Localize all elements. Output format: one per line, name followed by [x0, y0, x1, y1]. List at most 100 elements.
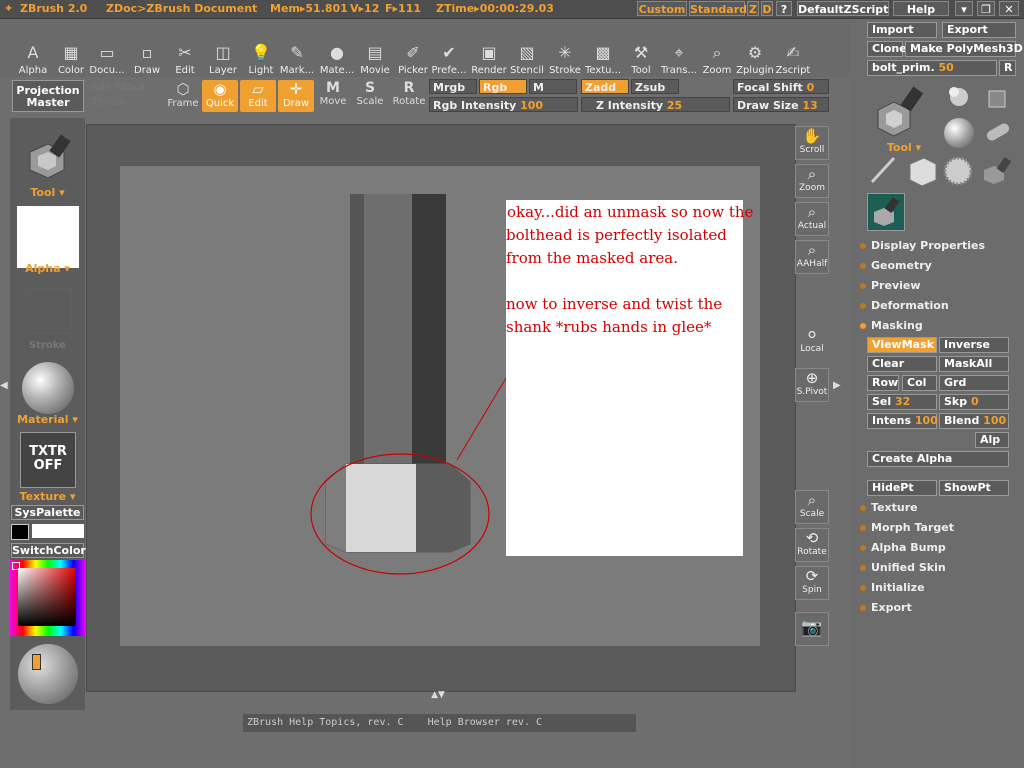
projection-master-button[interactable]: Projection Master — [12, 80, 84, 112]
preview-sphere-icon[interactable] — [18, 644, 78, 704]
alpha-bump-section[interactable]: Alpha Bump — [860, 541, 946, 554]
rotate-dock-button[interactable]: ⟲ Rotate — [795, 528, 829, 562]
row-button[interactable]: Row — [867, 375, 899, 391]
sphere-tool-icon[interactable] — [944, 118, 974, 148]
menu-draw[interactable]: ▫ Draw — [128, 43, 166, 76]
masking-section[interactable]: Masking — [860, 319, 923, 332]
mrgb-button[interactable]: Mrgb — [429, 79, 477, 94]
script-button[interactable]: DefaultZScript — [797, 1, 889, 16]
initialize-section[interactable]: Initialize — [860, 581, 925, 594]
clone-button[interactable]: Clone — [867, 41, 907, 57]
aahalf-button[interactable]: ⌕ AAHalf — [795, 240, 829, 274]
m-button[interactable]: M — [529, 79, 577, 94]
z-button[interactable]: Z — [747, 1, 759, 16]
spin-button[interactable]: ⟳ Spin — [795, 566, 829, 600]
polymesh-icon[interactable] — [984, 86, 1010, 112]
showpt-button[interactable]: ShowPt — [939, 480, 1009, 496]
cube-tool-icon[interactable] — [904, 154, 938, 188]
reset-button[interactable]: R — [999, 60, 1016, 76]
help-topics-text[interactable]: ZBrush Help Topics, rev. C Help Browser … — [243, 717, 542, 728]
d-button[interactable]: D — [761, 1, 773, 16]
rotate-button[interactable]: R Rotate — [391, 80, 427, 112]
alp-button[interactable]: Alp — [975, 432, 1009, 448]
help-button[interactable]: Help — [893, 1, 949, 16]
current-tool-icon[interactable] — [18, 132, 74, 186]
zadd-button[interactable]: Zadd — [581, 79, 629, 94]
scale-dock-button[interactable]: ⌕ Scale — [795, 490, 829, 524]
zoom-button[interactable]: ⌕ Zoom — [795, 164, 829, 198]
menu-prefe[interactable]: ✔ Prefe... — [430, 43, 468, 76]
create-alpha-button[interactable]: Create Alpha — [867, 451, 1009, 467]
quick-button[interactable]: ◉ Quick — [202, 80, 238, 112]
right-panel-toggle-icon[interactable]: ▶ — [833, 380, 841, 402]
bottom-panel-toggle-icon[interactable]: ▲▼ — [426, 690, 450, 700]
color-picker-square[interactable] — [18, 568, 76, 626]
syspalette-button[interactable]: SysPalette — [11, 505, 84, 520]
menu-alpha[interactable]: A Alpha — [14, 43, 52, 76]
deformation-section[interactable]: Deformation — [860, 299, 949, 312]
minimize-icon[interactable]: ▾ — [955, 1, 973, 16]
sel-slider[interactable]: Sel 32 — [867, 394, 937, 410]
menu-mate[interactable]: ● Mate... — [318, 43, 356, 76]
export-button[interactable]: Export — [942, 22, 1016, 38]
col-button[interactable]: Col — [902, 375, 937, 391]
menu-light[interactable]: 💡 Light — [242, 43, 280, 76]
hidept-button[interactable]: HidePt — [867, 480, 937, 496]
menu-docu[interactable]: ▭ Docu... — [88, 43, 126, 76]
rgb-button[interactable]: Rgb — [479, 79, 527, 94]
draw-size-slider[interactable]: Draw Size 13 — [733, 97, 829, 112]
geometry-section[interactable]: Geometry — [860, 259, 932, 272]
texture-off-button[interactable]: TXTR OFF — [20, 432, 76, 488]
export-section[interactable]: Export — [860, 601, 912, 614]
tool-name-slider[interactable]: bolt_prim. 50 — [867, 60, 997, 76]
edit-button[interactable]: ▱ Edit — [240, 80, 276, 112]
material-sphere-icon[interactable] — [22, 362, 74, 414]
draw-button[interactable]: ✛ Draw — [278, 80, 314, 112]
actual-button[interactable]: ⌕ Actual — [795, 202, 829, 236]
tool-label[interactable]: Tool ▾ — [10, 186, 85, 199]
frame-button[interactable]: ⬡ Frame — [165, 80, 201, 112]
import-button[interactable]: Import — [867, 22, 937, 38]
spivot-button[interactable]: ⊕ S.Pivot — [795, 368, 829, 402]
active-subtool-thumbnail-icon[interactable] — [867, 193, 905, 231]
standard-button[interactable]: Standard — [689, 1, 747, 16]
left-panel-toggle-icon[interactable]: ◀ — [0, 380, 8, 402]
color-picker[interactable] — [10, 560, 86, 636]
menu-edit[interactable]: ✂ Edit — [166, 43, 204, 76]
menu-zscript[interactable]: ✍ Zscript — [774, 43, 812, 76]
intens-slider[interactable]: Intens 100 — [867, 413, 938, 429]
color-picker-cursor-icon[interactable] — [12, 562, 20, 570]
clear-mask-button[interactable]: Clear — [867, 356, 937, 372]
menu-color[interactable]: ▦ Color — [52, 43, 90, 76]
display-properties-section[interactable]: Display Properties — [860, 239, 985, 252]
focal-shift-slider[interactable]: Focal Shift 0 — [733, 79, 829, 94]
gear-tool-icon[interactable] — [942, 154, 974, 188]
simple-brush-icon[interactable] — [868, 154, 900, 186]
restore-icon[interactable]: ❐ — [977, 1, 995, 16]
primary-color-swatch[interactable] — [32, 524, 84, 538]
menu-movie[interactable]: ▤ Movie — [356, 43, 394, 76]
material-label[interactable]: Material ▾ — [10, 413, 85, 426]
preview-section[interactable]: Preview — [860, 279, 921, 292]
z-intensity-slider[interactable]: Z Intensity 25 — [581, 97, 730, 112]
menu-trans[interactable]: ⌖ Trans... — [660, 43, 698, 76]
morph-target-section[interactable]: Morph Target — [860, 521, 954, 534]
menu-stencil[interactable]: ▧ Stencil — [508, 43, 546, 76]
move-button[interactable]: M Move — [315, 80, 351, 112]
texture-section[interactable]: Texture — [860, 501, 918, 514]
unified-skin-section[interactable]: Unified Skin — [860, 561, 946, 574]
help-topics-bar[interactable]: ZBrush Help Topics, rev. C Help Browser … — [243, 714, 636, 732]
close-icon[interactable]: ✕ — [999, 1, 1019, 16]
menu-tool[interactable]: ⚒ Tool — [622, 43, 660, 76]
menu-picker[interactable]: ✐ Picker — [394, 43, 432, 76]
menu-stroke[interactable]: ✳ Stroke — [546, 43, 584, 76]
blend-slider[interactable]: Blend 100 — [939, 413, 1009, 429]
bolt-small-icon[interactable] — [978, 156, 1014, 188]
alpha-swatch[interactable] — [17, 206, 79, 268]
cylinder-tool-icon[interactable] — [984, 122, 1012, 142]
skp-slider[interactable]: Skp 0 — [939, 394, 1009, 410]
camera-button[interactable]: 📷 — [795, 612, 829, 646]
texture-label[interactable]: Texture ▾ — [10, 490, 85, 503]
bolt-tool-thumbnail-icon[interactable] — [870, 86, 932, 142]
tool-palette-label[interactable]: Tool ▾ — [880, 141, 928, 154]
